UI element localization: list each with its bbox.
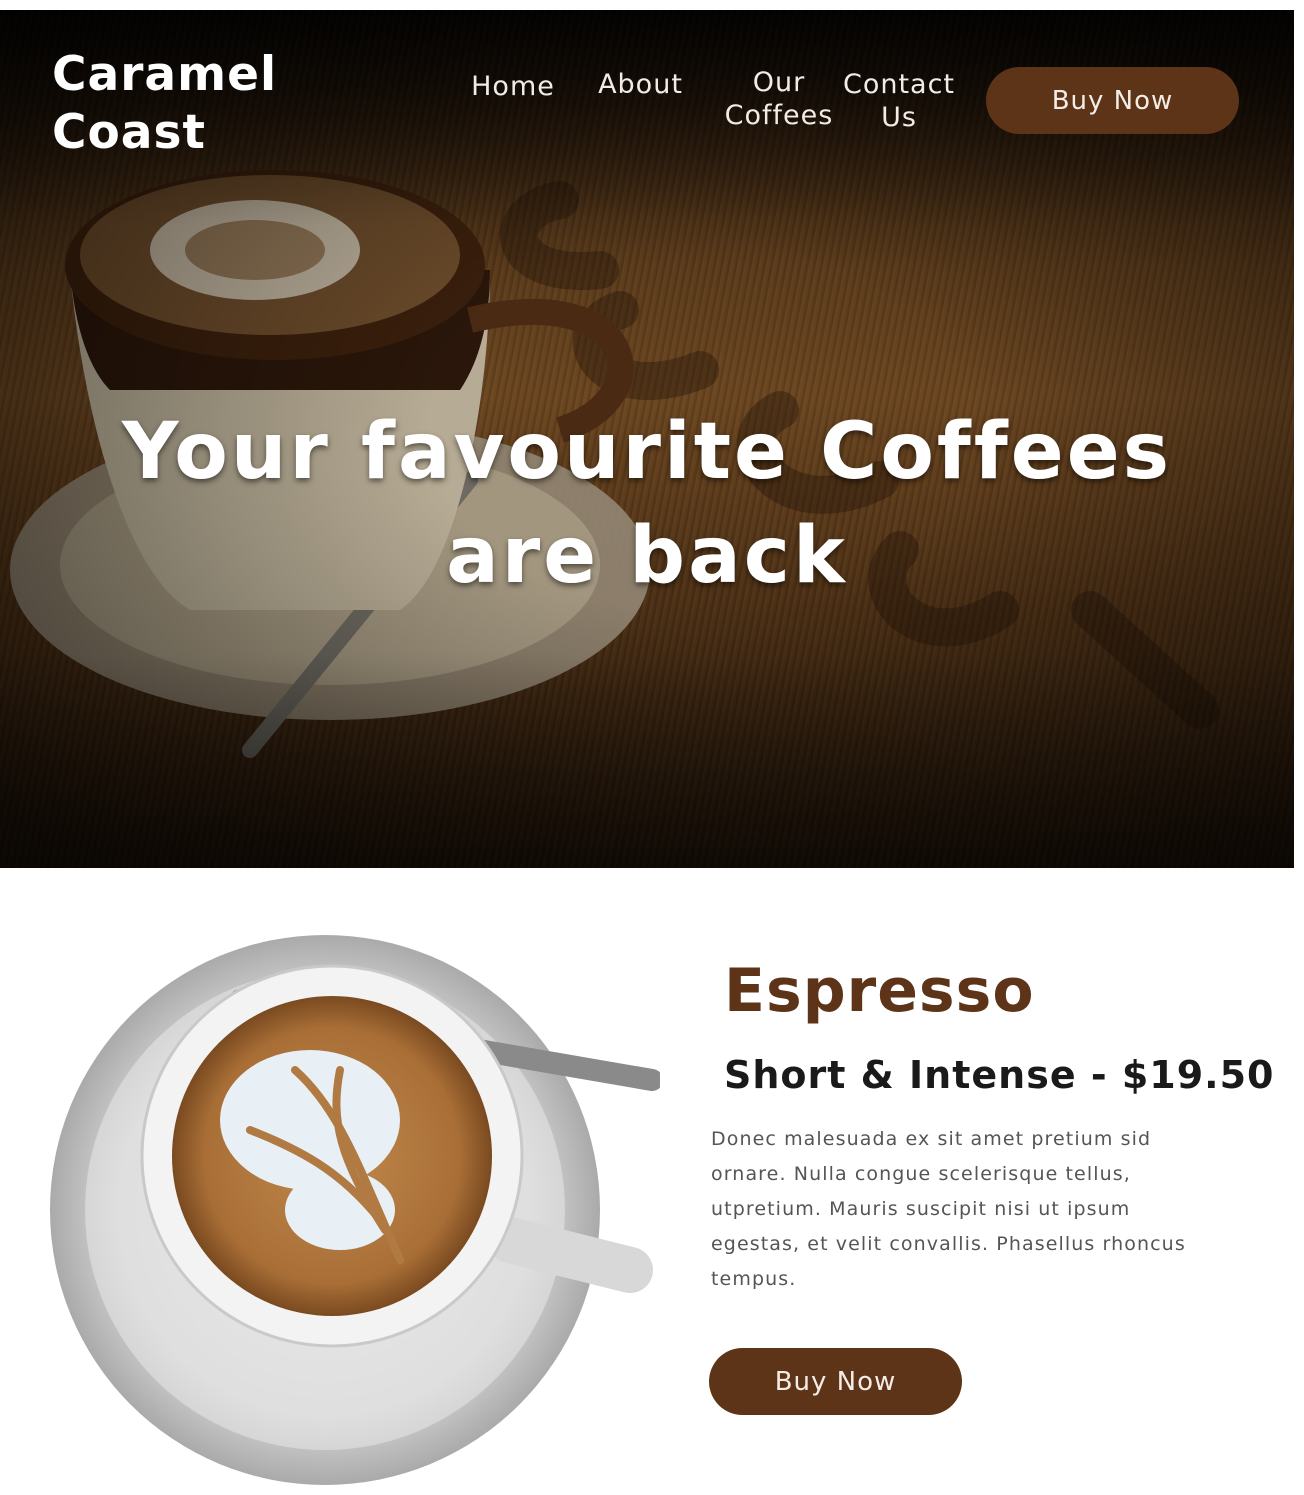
latte-art-cup-icon bbox=[50, 935, 663, 1485]
nav-item-contact-us[interactable]: Contact Us bbox=[840, 68, 958, 134]
header-buy-now-button[interactable]: Buy Now bbox=[986, 67, 1239, 134]
nav-item-our-coffees[interactable]: Our Coffees bbox=[720, 66, 838, 132]
nav-item-home[interactable]: Home bbox=[468, 70, 558, 103]
hero-section: Caramel Coast Home About Our Coffees Con… bbox=[0, 10, 1294, 868]
hero-headline: Your favourite Coffees are back bbox=[121, 407, 1173, 601]
nav-item-about[interactable]: About bbox=[593, 68, 688, 101]
product-description: Donec malesuada ex sit amet pretium sid … bbox=[711, 1128, 1186, 1290]
brand-logo[interactable]: Caramel Coast bbox=[52, 46, 312, 162]
product-buy-now-button[interactable]: Buy Now bbox=[709, 1348, 962, 1415]
product-name: Espresso bbox=[724, 956, 1035, 1026]
product-subtitle-price: Short & Intense - $19.50 bbox=[724, 1053, 1275, 1097]
espresso-product-image bbox=[40, 920, 663, 1490]
